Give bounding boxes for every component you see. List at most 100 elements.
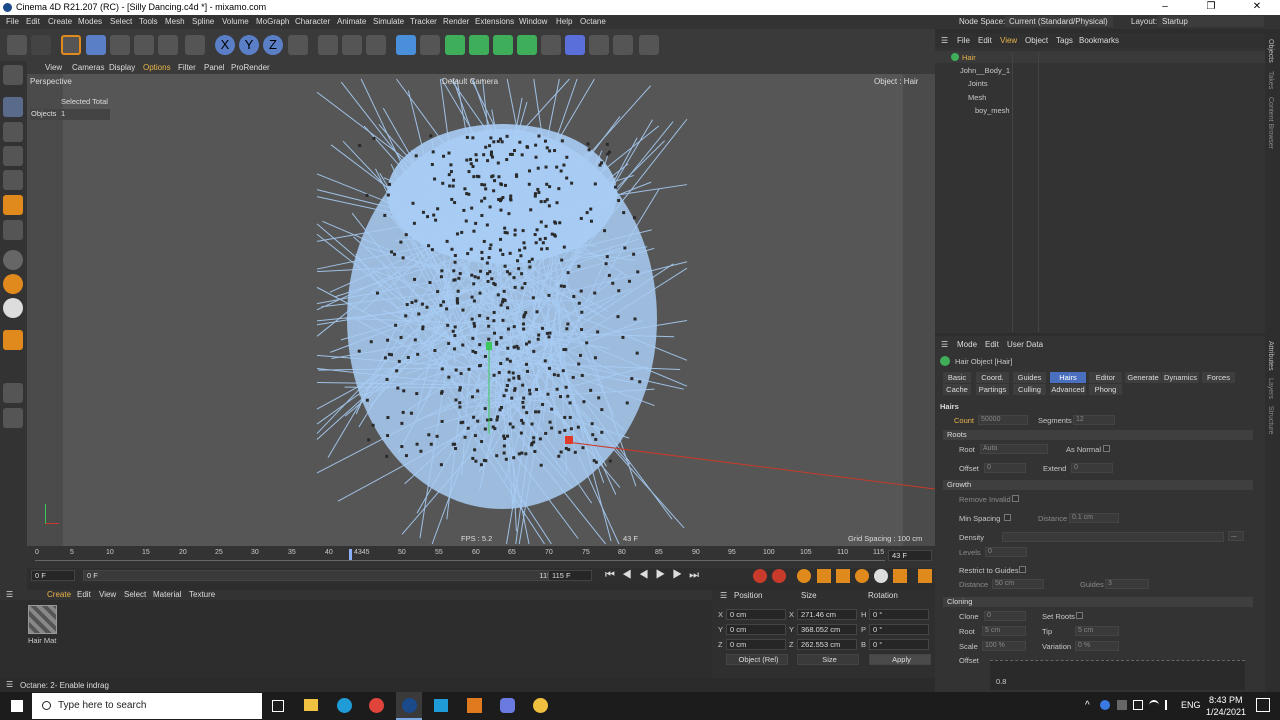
- menu-volume[interactable]: Volume: [222, 17, 249, 26]
- tip-field[interactable]: 5 cm: [1075, 626, 1119, 636]
- file-explorer-icon[interactable]: [304, 699, 318, 711]
- range-slider[interactable]: 0 F 115 F: [83, 570, 563, 581]
- attr-menu-userdata[interactable]: User Data: [1007, 340, 1043, 349]
- taskbar-search-box[interactable]: Type here to search: [32, 693, 262, 719]
- maximize-button[interactable]: ❐: [1188, 0, 1234, 15]
- object-row-mesh[interactable]: Mesh: [935, 92, 1265, 104]
- battery-icon[interactable]: [1133, 700, 1143, 710]
- as-normal-checkbox[interactable]: [1103, 445, 1110, 452]
- vp-menu-view[interactable]: View: [45, 63, 62, 72]
- vp-menu-prorender[interactable]: ProRender: [231, 63, 270, 72]
- edge-icon[interactable]: [337, 698, 352, 713]
- timeline[interactable]: [27, 546, 935, 568]
- menu-extensions[interactable]: Extensions: [475, 17, 514, 26]
- mat-menu-edit[interactable]: Edit: [77, 590, 91, 599]
- mat-menu-view[interactable]: View: [99, 590, 116, 599]
- make-editable-icon[interactable]: [3, 65, 23, 85]
- menu-animate[interactable]: Animate: [337, 17, 366, 26]
- tab-forces[interactable]: Forces: [1202, 372, 1235, 383]
- scale-field[interactable]: 100 %: [982, 641, 1026, 651]
- offset-field[interactable]: 0: [984, 463, 1026, 473]
- guides-field[interactable]: 3: [1105, 579, 1149, 589]
- dock-tab-objects[interactable]: Objects: [1267, 39, 1274, 63]
- obj-menu-object[interactable]: Object: [1025, 36, 1048, 45]
- apply-button[interactable]: Apply: [869, 654, 931, 665]
- camera-icon[interactable]: [613, 35, 633, 55]
- current-frame-field[interactable]: 43 F: [888, 550, 932, 561]
- tab-basic[interactable]: Basic: [943, 372, 971, 383]
- z-axis-icon[interactable]: Z: [263, 35, 283, 55]
- app-icon[interactable]: [434, 699, 448, 712]
- obj-menu-bookmarks[interactable]: Bookmarks: [1079, 36, 1119, 45]
- object-row-joints[interactable]: Joints: [935, 78, 1265, 90]
- key-rotation-icon[interactable]: [855, 569, 869, 583]
- coord-mode-select[interactable]: Object (Rel): [726, 654, 788, 665]
- root2-field[interactable]: 5 cm: [982, 626, 1026, 636]
- mat-menu-create[interactable]: Create: [47, 590, 71, 599]
- undo-icon[interactable]: [7, 35, 27, 55]
- tab-hairs[interactable]: Hairs: [1050, 372, 1086, 383]
- render-picture-icon[interactable]: [342, 35, 362, 55]
- dock-tab-takes[interactable]: Takes: [1267, 71, 1274, 89]
- workplane-icon[interactable]: [3, 383, 23, 403]
- timeline-menu-icon[interactable]: [918, 569, 932, 583]
- clock-time[interactable]: 8:43 PM: [1209, 695, 1243, 705]
- menu-file[interactable]: File: [6, 17, 19, 26]
- segments-field[interactable]: 12: [1073, 415, 1115, 425]
- vp-menu-display[interactable]: Display: [109, 63, 135, 72]
- menu-tracker[interactable]: Tracker: [410, 17, 437, 26]
- size-mode-select[interactable]: Size: [797, 654, 859, 665]
- density-more-button[interactable]: ...: [1228, 531, 1244, 541]
- app2-icon[interactable]: [533, 698, 548, 713]
- viewport[interactable]: Perspective Default Camera Object : Hair…: [27, 74, 935, 546]
- bluetooth-icon[interactable]: [1100, 700, 1110, 710]
- cloning-section[interactable]: Cloning: [943, 597, 1253, 607]
- restrict-checkbox[interactable]: [1019, 566, 1026, 573]
- menu-mesh[interactable]: Mesh: [165, 17, 185, 26]
- tab-coord[interactable]: Coord.: [976, 372, 1009, 383]
- tab-advanced[interactable]: Advanced: [1050, 384, 1086, 395]
- menu-create[interactable]: Create: [48, 17, 72, 26]
- cloner-icon[interactable]: [493, 35, 513, 55]
- blender-icon[interactable]: [467, 698, 482, 713]
- object-row-body[interactable]: John__Body_1: [935, 65, 1265, 77]
- material-menu-icon[interactable]: ☰: [6, 590, 13, 599]
- vp-menu-filter[interactable]: Filter: [178, 63, 196, 72]
- menu-character[interactable]: Character: [295, 17, 330, 26]
- close-button[interactable]: ✕: [1234, 0, 1280, 15]
- menu-window[interactable]: Window: [519, 17, 547, 26]
- mat-menu-texture[interactable]: Texture: [189, 590, 215, 599]
- extrude-icon[interactable]: [469, 35, 489, 55]
- growth-section[interactable]: Growth: [943, 480, 1253, 490]
- texture-mode-icon[interactable]: [3, 122, 23, 142]
- obj-menu-tags[interactable]: Tags: [1056, 36, 1073, 45]
- rot-b-field[interactable]: 0 °: [869, 639, 929, 650]
- object-row-boy-mesh[interactable]: boy_mesh: [935, 105, 1265, 117]
- root-select[interactable]: Auto: [980, 444, 1048, 454]
- volume-icon[interactable]: [1165, 700, 1175, 710]
- notifications-icon[interactable]: [1256, 698, 1270, 712]
- menu-select[interactable]: Select: [110, 17, 132, 26]
- rot-p-field[interactable]: 0 °: [869, 624, 929, 635]
- menu-mograph[interactable]: MoGraph: [256, 17, 289, 26]
- mograph-icon[interactable]: [517, 35, 537, 55]
- obj-menu-view[interactable]: View: [1000, 36, 1017, 45]
- points-mode-icon[interactable]: [3, 146, 23, 166]
- mat-menu-select[interactable]: Select: [124, 590, 146, 599]
- offset-spline-graph[interactable]: [990, 660, 1245, 690]
- pos-z-field[interactable]: 0 cm: [726, 639, 786, 650]
- roots-section[interactable]: Roots: [943, 430, 1253, 440]
- y-axis-icon[interactable]: Y: [239, 35, 259, 55]
- snap-settings-icon[interactable]: [3, 274, 23, 294]
- render-settings-icon[interactable]: [366, 35, 386, 55]
- distance2-field[interactable]: 50 cm: [992, 579, 1044, 589]
- dock-tab-content-browser[interactable]: Content Browser: [1267, 97, 1274, 149]
- key-param-icon[interactable]: [874, 569, 888, 583]
- extend-field[interactable]: 0: [1071, 463, 1113, 473]
- dock-tab-layers[interactable]: Layers: [1267, 378, 1274, 399]
- floor-icon[interactable]: [589, 35, 609, 55]
- distance-field[interactable]: 0.1 cm: [1069, 513, 1119, 523]
- menu-spline[interactable]: Spline: [192, 17, 214, 26]
- recent-tool-icon[interactable]: [158, 35, 178, 55]
- tab-dynamics[interactable]: Dynamics: [1162, 372, 1199, 383]
